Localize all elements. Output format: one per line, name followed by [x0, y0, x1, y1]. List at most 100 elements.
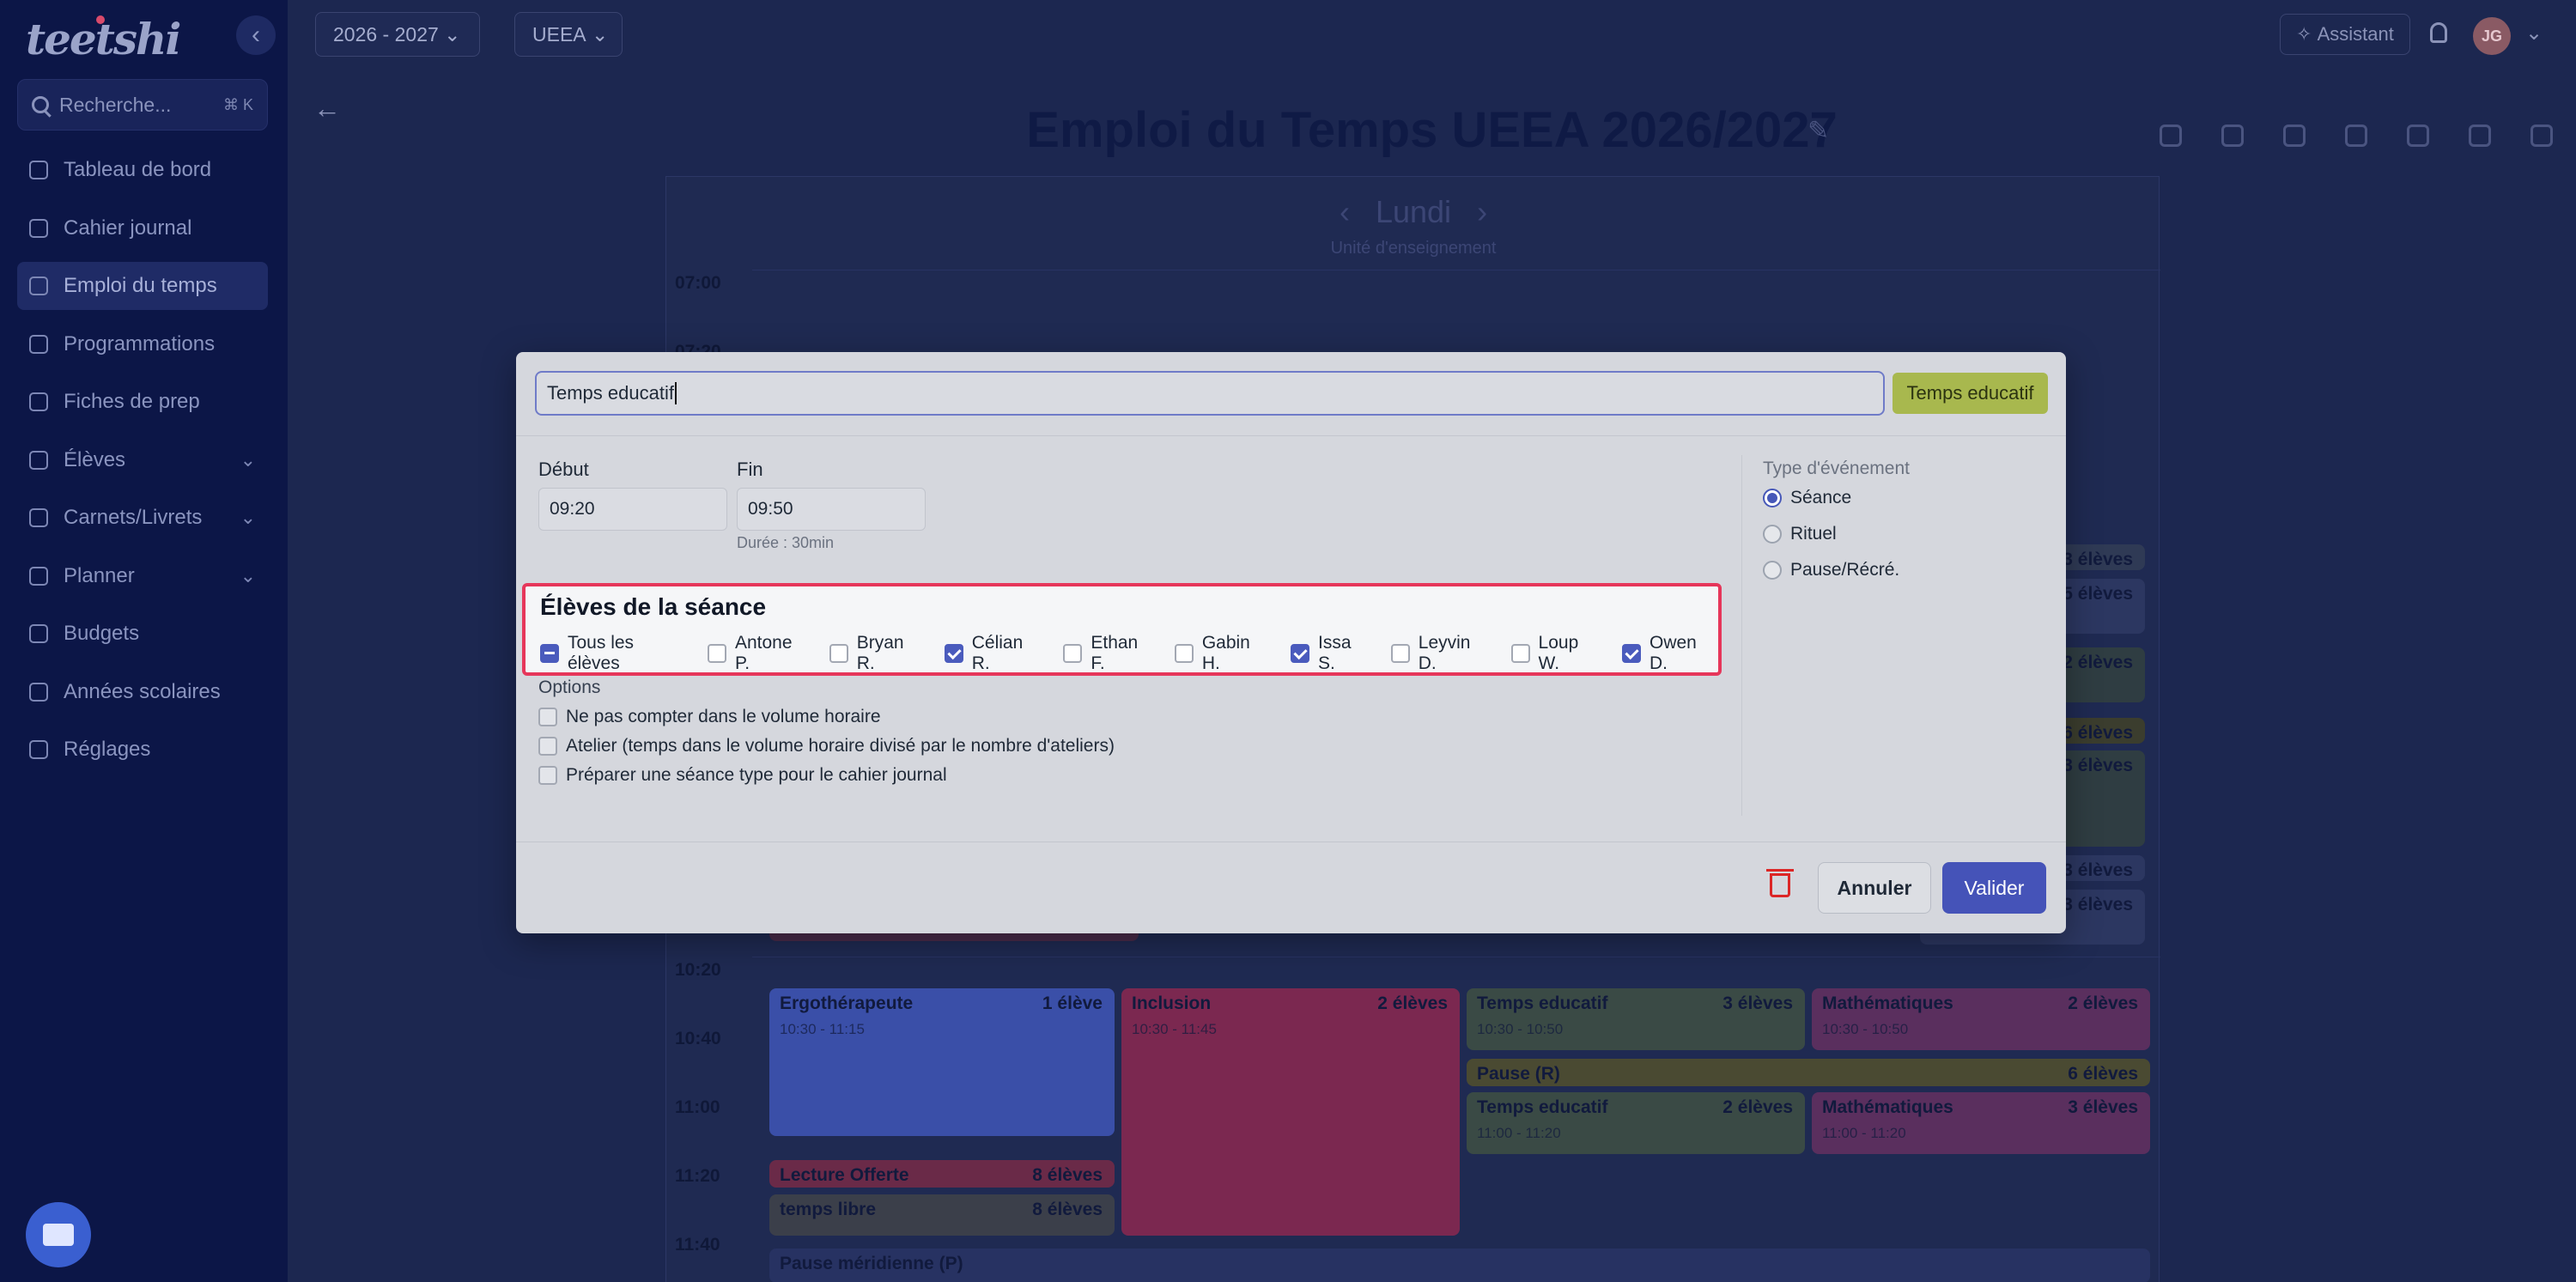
- checkbox-all-students[interactable]: Tous les élèves: [540, 633, 689, 674]
- sidebar-item-label: Tableau de bord: [64, 158, 212, 181]
- sidebar-item-reglages[interactable]: Réglages: [17, 726, 268, 774]
- event-count: 8 élèves: [1032, 1165, 1103, 1185]
- undo-icon[interactable]: [2160, 125, 2182, 147]
- event-count: 3 élèves: [2063, 756, 2133, 775]
- cancel-button[interactable]: Annuler: [1818, 862, 1931, 914]
- radio-seance[interactable]: Séance: [1763, 488, 1851, 508]
- radio-rituel[interactable]: Rituel: [1763, 524, 1837, 544]
- calendar-event[interactable]: temps libre 8 élèves: [769, 1194, 1115, 1236]
- checkbox[interactable]: [1063, 644, 1083, 663]
- checkbox-student[interactable]: Loup W.: [1510, 633, 1603, 674]
- trash-icon[interactable]: [1766, 869, 1794, 897]
- event-title: temps libre: [780, 1200, 877, 1219]
- radio-button[interactable]: [1763, 561, 1782, 580]
- calendar-event[interactable]: Inclusion 2 élèves 10:30 - 11:45: [1121, 988, 1460, 1236]
- students-section-highlight: Élèves de la séance Tous les élèves Anto…: [522, 583, 1722, 676]
- checkbox-student[interactable]: Ethan F.: [1063, 633, 1155, 674]
- checkbox[interactable]: [538, 737, 557, 756]
- chevron-down-icon: ⌄: [240, 448, 256, 471]
- checkbox-student[interactable]: Antone P.: [707, 633, 811, 674]
- year-selector-value: 2026 - 2027: [333, 22, 439, 46]
- avatar[interactable]: JG: [2473, 17, 2511, 55]
- checkbox[interactable]: [944, 644, 963, 663]
- checkbox-student[interactable]: Owen D.: [1622, 633, 1718, 674]
- radio-button[interactable]: [1763, 489, 1782, 507]
- event-title: Ergothérapeute: [780, 993, 914, 1013]
- day-navigator: ‹ Lundi ›: [666, 194, 2160, 230]
- calendar-event[interactable]: Pause (R) 6 élèves: [1467, 1059, 2150, 1086]
- calendar-event[interactable]: Temps educatif 2 élèves 11:00 - 11:20: [1467, 1092, 1805, 1154]
- student-name: Issa S.: [1317, 633, 1352, 673]
- checkbox[interactable]: [1510, 644, 1530, 663]
- sidebar-item-tableau-de-bord[interactable]: Tableau de bord: [17, 146, 268, 194]
- bell-icon[interactable]: [2430, 22, 2447, 43]
- redo-icon[interactable]: [2221, 125, 2244, 147]
- collapse-sidebar-button[interactable]: ‹: [236, 15, 276, 55]
- checkbox[interactable]: [829, 644, 848, 663]
- event-count: 6 élèves: [2063, 723, 2133, 743]
- chevron-down-icon[interactable]: ⌄: [2525, 21, 2543, 46]
- settings-sliders-icon[interactable]: [2469, 125, 2491, 147]
- piggy-bank-icon: [29, 624, 48, 643]
- sidebar-item-carnets-livrets[interactable]: Carnets/Livrets ⌄: [17, 494, 268, 542]
- end-time-input[interactable]: 09:50: [737, 488, 926, 531]
- checkbox[interactable]: [1390, 644, 1410, 663]
- sidebar-item-planner[interactable]: Planner ⌄: [17, 552, 268, 600]
- student-name: Gabin H.: [1201, 633, 1250, 673]
- calendar-event[interactable]: Mathématiques 2 élèves 10:30 - 10:50: [1812, 988, 2150, 1050]
- checkbox[interactable]: [707, 644, 726, 663]
- validate-button[interactable]: Valider: [1942, 862, 2046, 914]
- pencil-icon[interactable]: ✎: [1807, 116, 1829, 146]
- checkbox-student[interactable]: Gabin H.: [1174, 633, 1272, 674]
- checkbox[interactable]: [538, 766, 557, 785]
- event-title-input[interactable]: Temps educatif: [535, 371, 1885, 416]
- calendar-event[interactable]: Temps educatif 3 élèves 10:30 - 10:50: [1467, 988, 1805, 1050]
- sidebar-item-programmations[interactable]: Programmations: [17, 320, 268, 368]
- checkbox[interactable]: [1622, 644, 1641, 663]
- event-count: 3 élèves: [2063, 860, 2133, 880]
- checkbox[interactable]: [1290, 644, 1309, 663]
- checkbox-student[interactable]: Leyvin D.: [1390, 633, 1492, 674]
- chart-icon[interactable]: [2283, 125, 2306, 147]
- option-label: Préparer une séance type pour le cahier …: [566, 765, 947, 785]
- event-title: Pause méridienne (P): [780, 1254, 963, 1273]
- radio-label: Séance: [1790, 488, 1852, 507]
- radio-pause-recre[interactable]: Pause/Récré.: [1763, 560, 1899, 580]
- event-color-tag[interactable]: Temps educatif: [1893, 373, 2048, 414]
- sidebar-item-budgets[interactable]: Budgets: [17, 610, 268, 658]
- option-atelier[interactable]: Atelier (temps dans le volume horaire di…: [538, 736, 1115, 756]
- calendar-event[interactable]: Ergothérapeute 1 élève 10:30 - 11:15: [769, 988, 1115, 1136]
- calendar-event[interactable]: Mathématiques 3 élèves 11:00 - 11:20: [1812, 1092, 2150, 1154]
- calendar-event[interactable]: Pause méridienne (P): [769, 1249, 2150, 1282]
- sidebar-item-eleves[interactable]: Élèves ⌄: [17, 436, 268, 484]
- checkbox[interactable]: [538, 708, 557, 726]
- option-exclude-volume[interactable]: Ne pas compter dans le volume horaire: [538, 707, 881, 727]
- sidebar-item-cahier-journal[interactable]: Cahier journal: [17, 204, 268, 252]
- chevron-left-icon[interactable]: ‹: [1340, 194, 1350, 229]
- layout-icon[interactable]: [2407, 125, 2429, 147]
- class-selector[interactable]: UEEA ⌄: [514, 12, 623, 57]
- checkbox-student[interactable]: Bryan R.: [829, 633, 926, 674]
- more-icon[interactable]: [2530, 125, 2553, 147]
- chevron-down-icon: ⌄: [444, 22, 461, 46]
- checkbox[interactable]: [540, 644, 559, 663]
- checkbox-student[interactable]: Issa S.: [1290, 633, 1372, 674]
- start-time-input[interactable]: 09:20: [538, 488, 727, 531]
- sidebar-item-fiches-de-prep[interactable]: Fiches de prep: [17, 378, 268, 426]
- search-input[interactable]: Recherche... ⌘ K: [17, 79, 268, 131]
- chevron-right-icon[interactable]: ›: [1477, 194, 1487, 229]
- assistant-button[interactable]: ✧ Assistant: [2280, 14, 2410, 55]
- event-time: 11:00 - 11:20: [1477, 1125, 1561, 1141]
- pdf-icon[interactable]: [2345, 125, 2367, 147]
- year-selector[interactable]: 2026 - 2027 ⌄: [315, 12, 480, 57]
- event-edit-modal: Temps educatif Temps educatif Début 09:2…: [516, 352, 2066, 933]
- sidebar-item-annees-scolaires[interactable]: Années scolaires: [17, 668, 268, 716]
- calendar-event[interactable]: Lecture Offerte 8 élèves: [769, 1160, 1115, 1188]
- event-time: 10:30 - 10:50: [1477, 1021, 1564, 1037]
- option-seance-type[interactable]: Préparer une séance type pour le cahier …: [538, 765, 947, 786]
- radio-button[interactable]: [1763, 525, 1782, 544]
- checkbox[interactable]: [1174, 644, 1194, 663]
- chat-support-button[interactable]: [26, 1202, 91, 1267]
- checkbox-student[interactable]: Célian R.: [944, 633, 1045, 674]
- sidebar-item-emploi-du-temps[interactable]: Emploi du temps: [17, 262, 268, 310]
